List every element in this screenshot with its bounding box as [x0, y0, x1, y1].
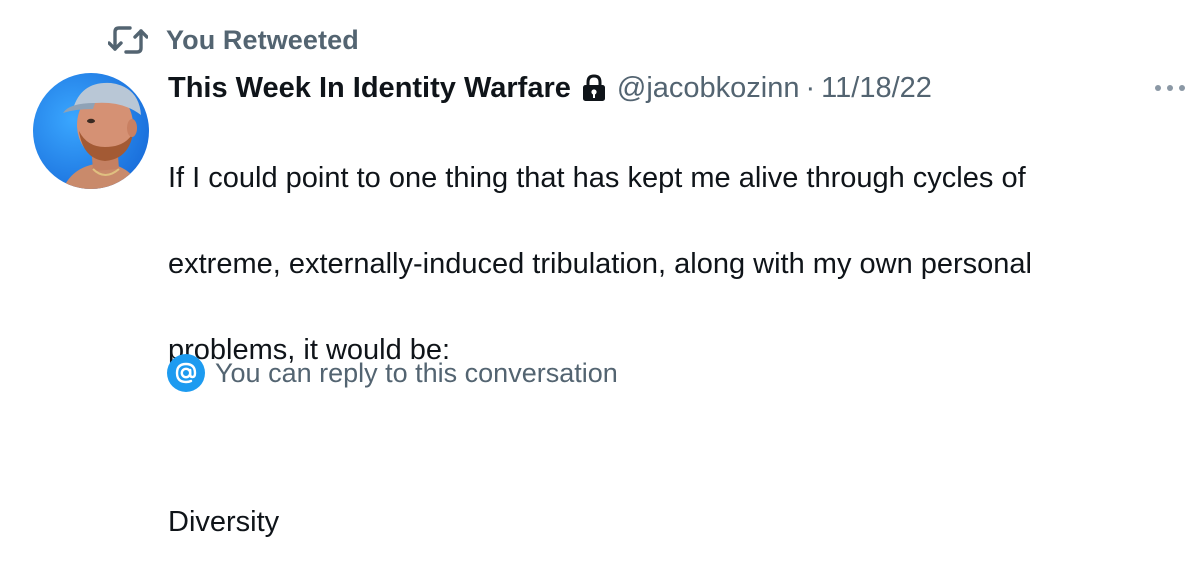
- tweet-text-line: extreme, externally-induced tribulation,…: [168, 248, 1032, 280]
- reply-restriction-text: You can reply to this conversation: [215, 357, 618, 388]
- tweet-text-line: Diversity: [168, 506, 280, 538]
- reply-restriction: You can reply to this conversation: [167, 354, 618, 392]
- retweet-icon: [108, 22, 148, 58]
- tweet-text-line: If I could point to one thing that has k…: [168, 162, 1026, 194]
- separator-dot: ·: [805, 71, 816, 104]
- tweet-text: If I could point to one thing that has k…: [168, 114, 1168, 587]
- social-context: You Retweeted: [108, 22, 359, 58]
- avatar[interactable]: [33, 73, 149, 189]
- tweet-date[interactable]: 11/18/22: [821, 72, 932, 105]
- retweet-context-text: You Retweeted: [166, 24, 359, 55]
- author-handle[interactable]: @jacobkozinn: [617, 72, 800, 105]
- tweet-text-blank-line: [168, 415, 1168, 458]
- tweet-header: This Week In Identity Warfare @jacobkozi…: [168, 68, 932, 108]
- at-icon: [167, 354, 205, 392]
- more-icon[interactable]: [1150, 78, 1190, 98]
- author-display-name[interactable]: This Week In Identity Warfare: [168, 72, 571, 105]
- lock-icon: [581, 74, 607, 102]
